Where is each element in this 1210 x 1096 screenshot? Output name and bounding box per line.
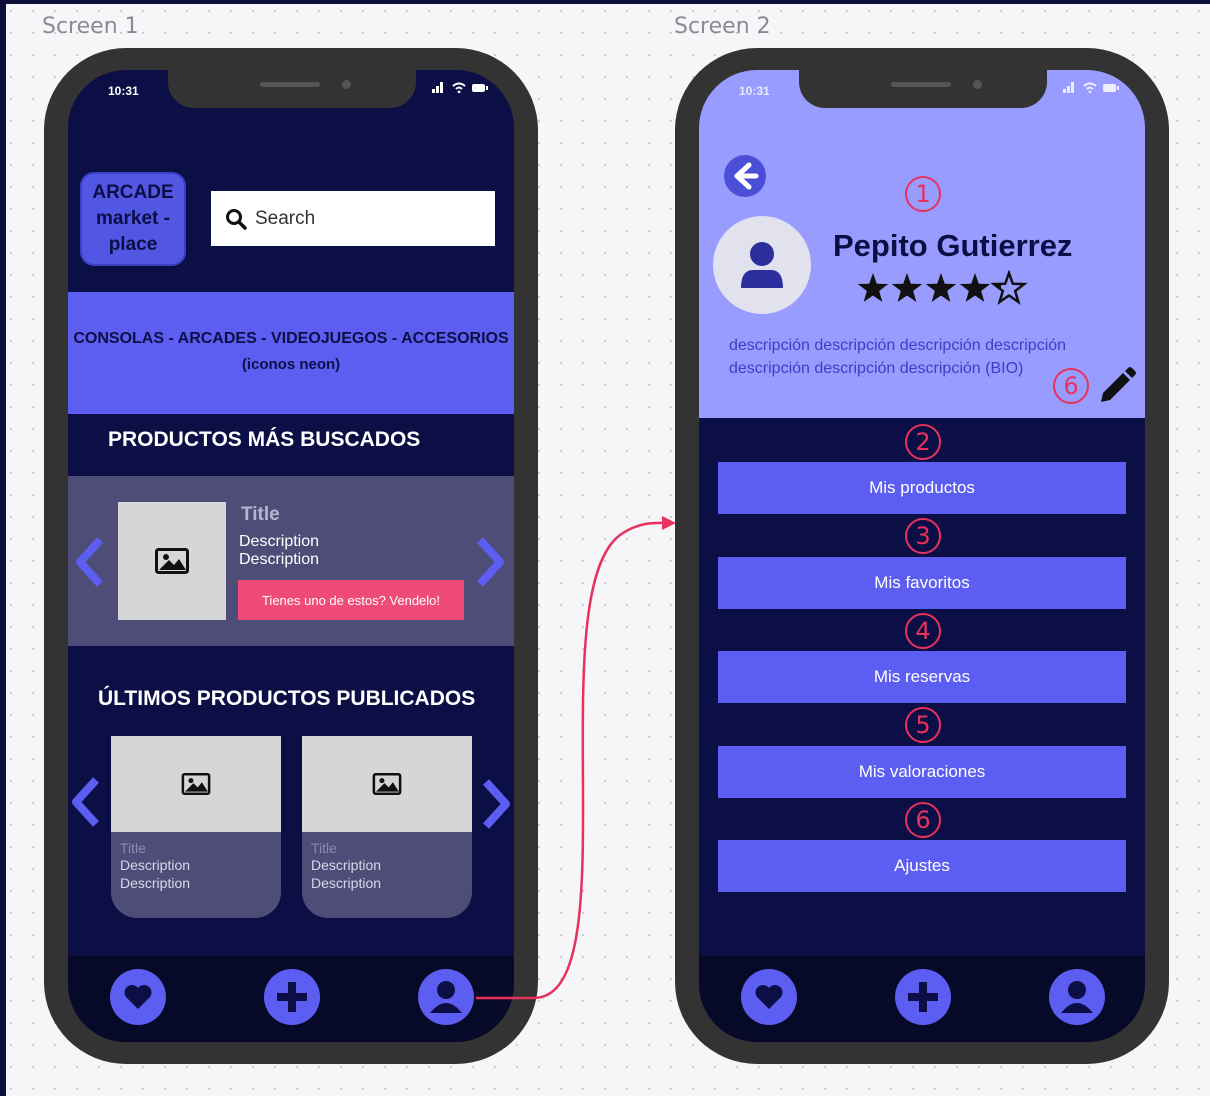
latest-products-title: ÚLTIMOS PRODUCTOS PUBLICADOS bbox=[98, 687, 476, 710]
signal-icon bbox=[432, 82, 443, 93]
menu-button-mis-reservas[interactable]: Mis reservas bbox=[718, 651, 1126, 703]
categories-banner[interactable]: CONSOLAS - ARCADES - VIDEOJUEGOS - ACCES… bbox=[68, 292, 514, 414]
logo-line-2: market - bbox=[96, 208, 170, 229]
profile-bio-line-1: descripción descripción descripción desc… bbox=[729, 337, 1067, 354]
categories-text: CONSOLAS - ARCADES - VIDEOJUEGOS - ACCES… bbox=[73, 330, 509, 347]
app-logo[interactable]: ARCADE market - place bbox=[82, 174, 184, 264]
image-icon bbox=[372, 773, 402, 795]
annotation-marker: 6 bbox=[905, 802, 941, 838]
battery-icon bbox=[472, 83, 488, 92]
product-card-description: Description bbox=[311, 875, 382, 891]
logo-line-3: place bbox=[108, 234, 158, 255]
screen-1-label: Screen 1 bbox=[42, 14, 139, 39]
product-card-image bbox=[302, 736, 472, 832]
product-card-title: Title bbox=[120, 840, 146, 856]
sell-button[interactable]: Tienes uno de estos? Vendelo! bbox=[238, 580, 464, 620]
product-card-title: Title bbox=[311, 840, 337, 856]
phone-notch bbox=[799, 70, 1047, 108]
status-icons bbox=[432, 82, 488, 93]
screen-2: 10:31 1 Pepito Gutierrez descripción des… bbox=[699, 70, 1145, 1042]
phone-screen-1: 10:31 ARCADE market - place Search CONSO… bbox=[44, 48, 538, 1064]
screen-2-label: Screen 2 bbox=[674, 14, 771, 39]
menu-button-mis-productos[interactable]: Mis productos bbox=[718, 462, 1126, 514]
star-outline-icon bbox=[990, 270, 1028, 305]
bottom-nav bbox=[68, 956, 514, 1042]
back-arrow-icon[interactable] bbox=[723, 154, 767, 198]
heart-icon[interactable] bbox=[741, 969, 797, 1025]
user-icon bbox=[741, 242, 783, 288]
profile-bio-line-2: descripción descripción descripción (BIO… bbox=[729, 360, 1024, 377]
chevron-left-icon[interactable] bbox=[72, 536, 106, 588]
plus-icon[interactable] bbox=[264, 969, 320, 1025]
avatar[interactable] bbox=[713, 216, 811, 314]
product-card-description: Description bbox=[311, 857, 382, 873]
annotation-marker: 4 bbox=[905, 613, 941, 649]
screen-1: 10:31 ARCADE market - place Search CONSO… bbox=[68, 70, 514, 1042]
flow-arrow bbox=[476, 516, 676, 1000]
featured-description-2: Description bbox=[239, 551, 320, 568]
annotation-marker: 3 bbox=[905, 518, 941, 554]
heart-icon[interactable] bbox=[110, 969, 166, 1025]
user-icon[interactable] bbox=[418, 969, 474, 1025]
logo-line-1: ARCADE bbox=[92, 182, 174, 203]
featured-title: Title bbox=[241, 504, 280, 525]
product-card-description: Description bbox=[120, 875, 191, 891]
search-icon bbox=[226, 208, 247, 230]
status-icons bbox=[1063, 82, 1119, 93]
star-icon bbox=[891, 273, 923, 302]
image-icon bbox=[155, 548, 189, 574]
profile-name: Pepito Gutierrez bbox=[833, 228, 1073, 263]
canvas-frame-left bbox=[0, 0, 6, 1096]
canvas-frame-top bbox=[0, 0, 1210, 4]
rating-stars bbox=[857, 270, 1028, 305]
menu-button-mis-valoraciones[interactable]: Mis valoraciones bbox=[718, 746, 1126, 798]
wifi-icon bbox=[452, 82, 466, 93]
user-icon[interactable] bbox=[1049, 969, 1105, 1025]
product-card[interactable]: Title Description Description bbox=[111, 736, 281, 918]
annotation-marker: 1 bbox=[905, 176, 941, 212]
plus-icon[interactable] bbox=[895, 969, 951, 1025]
product-card-image bbox=[111, 736, 281, 832]
search-input[interactable]: Search bbox=[211, 191, 495, 246]
menu-button-ajustes[interactable]: Ajustes bbox=[718, 840, 1126, 892]
image-icon bbox=[181, 773, 211, 795]
annotation-marker: 6 bbox=[1053, 368, 1089, 404]
battery-icon bbox=[1103, 83, 1119, 92]
categories-note: (iconos neon) bbox=[241, 356, 341, 373]
signal-icon bbox=[1063, 82, 1074, 93]
star-icon bbox=[925, 273, 957, 302]
status-time: 10:31 bbox=[108, 84, 139, 98]
search-placeholder: Search bbox=[255, 207, 316, 229]
star-icon bbox=[857, 273, 889, 302]
pencil-icon[interactable] bbox=[1097, 366, 1137, 406]
bottom-nav bbox=[699, 956, 1145, 1042]
phone-screen-2: 10:31 1 Pepito Gutierrez descripción des… bbox=[675, 48, 1169, 1064]
featured-description-1: Description bbox=[239, 533, 320, 550]
phone-notch bbox=[168, 70, 416, 108]
product-card[interactable]: Title Description Description bbox=[302, 736, 472, 918]
featured-product-image[interactable] bbox=[118, 502, 226, 620]
menu-button-mis-favoritos[interactable]: Mis favoritos bbox=[718, 557, 1126, 609]
annotation-marker: 5 bbox=[905, 707, 941, 743]
most-searched-title: PRODUCTOS MÁS BUSCADOS bbox=[108, 428, 421, 451]
wifi-icon bbox=[1083, 82, 1097, 93]
product-card-description: Description bbox=[120, 857, 191, 873]
chevron-left-icon[interactable] bbox=[68, 776, 102, 828]
annotation-marker: 2 bbox=[905, 424, 941, 460]
status-time: 10:31 bbox=[739, 84, 770, 98]
star-icon bbox=[959, 273, 991, 302]
